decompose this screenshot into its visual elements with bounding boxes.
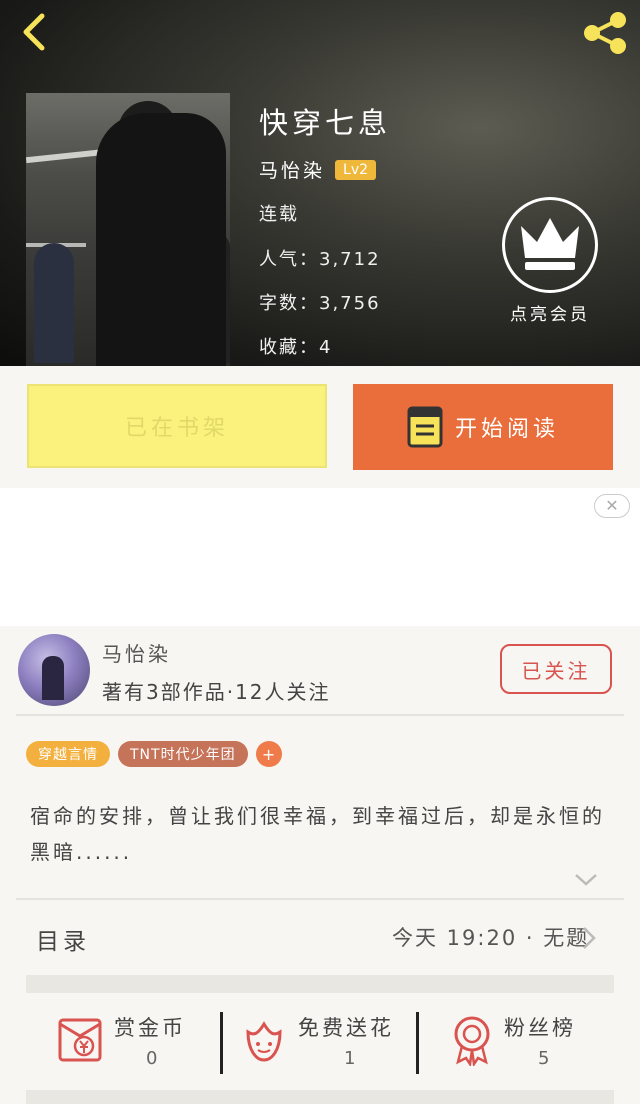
favorites-count: 收藏：4 <box>259 337 333 358</box>
reward-coins-button[interactable]: 赏金币 0 <box>0 1000 220 1088</box>
serial-status: 连载 <box>259 204 299 225</box>
stat-value: 5 <box>538 1048 550 1069</box>
book-title: 快穿七息 <box>259 106 392 140</box>
vip-button[interactable] <box>502 197 598 293</box>
toc-label: 目录 <box>36 929 90 955</box>
latest-update: 今天 19:20 · 无题 <box>392 926 590 950</box>
ad-banner[interactable]: ✕ <box>0 488 640 626</box>
popularity: 人气：3,712 <box>259 249 381 270</box>
chevron-right-icon <box>582 926 596 950</box>
stat-label: 免费送花 <box>298 1016 394 1040</box>
toc-row[interactable]: 目录 今天 19:20 · 无题 <box>0 900 640 974</box>
author-card-subtitle: 著有3部作品·12人关注 <box>102 680 331 704</box>
share-icon <box>584 12 626 54</box>
vip-label: 点亮会员 <box>510 305 590 325</box>
word-count: 字数：3,756 <box>259 293 381 314</box>
book-cover[interactable] <box>26 93 230 366</box>
medal-icon <box>454 1016 490 1066</box>
fan-ranking-button[interactable]: 粉丝榜 5 <box>420 1000 640 1088</box>
tag-item[interactable]: TNT时代少年团 <box>118 741 248 767</box>
book-icon <box>407 406 443 448</box>
level-badge: Lv2 <box>335 159 377 180</box>
avatar[interactable] <box>18 634 90 706</box>
author-card[interactable]: 马怡染 著有3部作品·12人关注 已关注 <box>0 626 640 716</box>
ad-close-button[interactable]: ✕ <box>594 494 630 518</box>
stat-value: 0 <box>146 1048 158 1069</box>
red-envelope-icon <box>58 1018 102 1062</box>
author-card-name: 马怡染 <box>102 642 171 666</box>
stat-value: 1 <box>344 1048 356 1069</box>
chevron-left-icon <box>23 13 45 51</box>
author-row: 马怡染 Lv2 <box>259 156 377 183</box>
divider <box>416 1012 419 1074</box>
start-reading-button[interactable]: 开始阅读 <box>353 384 613 470</box>
book-intro: 宿命的安排，曾让我们很幸福，到幸福过后，却是永恒的黑暗...... <box>30 804 605 864</box>
flower-icon <box>246 1021 282 1062</box>
divider <box>16 714 624 716</box>
crown-icon <box>521 218 579 270</box>
action-bar: 已在书架 开始阅读 <box>0 366 640 488</box>
back-button[interactable] <box>14 10 58 54</box>
share-button[interactable] <box>580 10 630 56</box>
divider <box>220 1012 223 1074</box>
stat-label: 赏金币 <box>114 1016 186 1040</box>
expand-button[interactable] <box>574 872 598 886</box>
book-header: 快穿七息 马怡染 Lv2 连载 人气：3,712 字数：3,756 收藏：4 点… <box>0 0 640 366</box>
section-band <box>26 975 614 993</box>
tag-item[interactable]: 穿越言情 <box>26 741 110 767</box>
free-flower-button[interactable]: 免费送花 1 <box>224 1000 416 1088</box>
stats-bar: 赏金币 0 免费送花 1 粉丝榜 5 <box>0 1000 640 1090</box>
add-tag-button[interactable]: + <box>255 741 282 767</box>
stat-label: 粉丝榜 <box>504 1016 576 1040</box>
start-reading-label: 开始阅读 <box>454 417 559 442</box>
tag-list: 穿越言情 TNT时代少年团 + <box>26 741 282 767</box>
chevron-down-icon <box>575 874 597 886</box>
section-band <box>26 1090 614 1104</box>
in-shelf-button[interactable]: 已在书架 <box>27 384 327 468</box>
follow-button[interactable]: 已关注 <box>500 644 612 694</box>
author-name[interactable]: 马怡染 <box>259 156 325 183</box>
